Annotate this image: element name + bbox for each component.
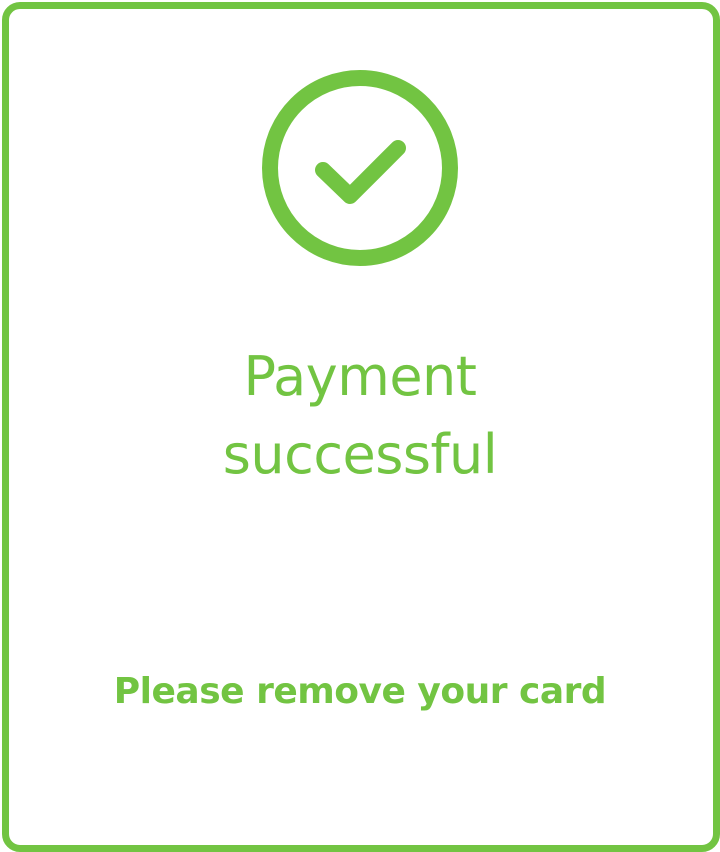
instruction-text: Please remove your card <box>113 671 607 712</box>
status-title-line-1: Payment <box>243 345 477 408</box>
status-title-line-2: successful <box>222 423 498 486</box>
status-title: Payment successful <box>0 338 720 494</box>
check-circle-icon <box>258 66 462 270</box>
